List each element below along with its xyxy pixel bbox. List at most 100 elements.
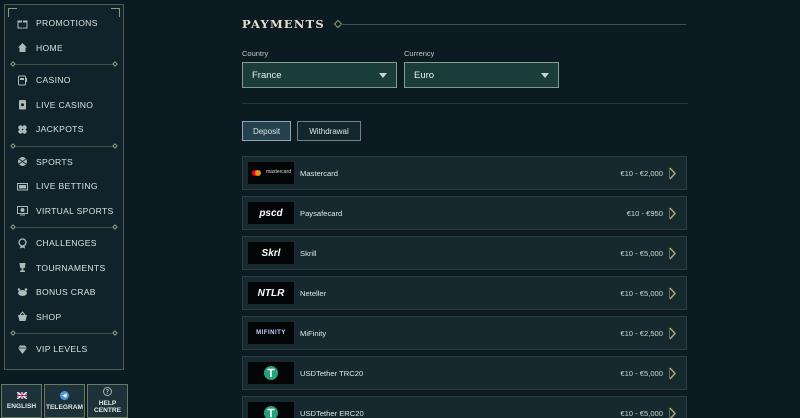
sidebar-item-label: HOME (36, 42, 63, 53)
chevron-right-icon (669, 167, 676, 180)
payment-method-name: Paysafecard (300, 208, 343, 218)
sidebar-item-tournaments[interactable]: TOURNAMENTS (5, 256, 123, 281)
sidebar-item-bonus-crab[interactable]: BONUS CRAB (5, 280, 123, 305)
sidebar-item-label: SHOP (36, 311, 62, 322)
tab-withdrawal[interactable]: Withdrawal (297, 121, 361, 141)
help-centre-button[interactable]: ? HELP CENTRE (87, 384, 128, 418)
sidebar-item-label: VIRTUAL SPORTS (36, 205, 114, 216)
payment-method-name: MiFinity (300, 328, 327, 338)
payment-method-row[interactable]: Skrl Skrill €10 - €5,000 (242, 236, 687, 270)
chevron-down-icon (379, 73, 387, 78)
chevron-right-icon (669, 367, 676, 380)
payment-logo: MIFINITY (248, 322, 294, 344)
currency-value: Euro (414, 69, 435, 81)
sidebar-divider (9, 142, 119, 150)
sidebar-item-label: TOURNAMENTS (36, 262, 106, 273)
language-button[interactable]: ENGLISH (1, 384, 42, 418)
sidebar-item-label: BONUS CRAB (36, 287, 96, 298)
tab-deposit[interactable]: Deposit (242, 121, 291, 141)
payment-method-name: Neteller (300, 288, 327, 298)
payment-method-row[interactable]: USDTether ERC20 €10 - €5,000 (242, 396, 687, 418)
payment-limit-range: €10 - €5,000 (620, 248, 663, 258)
sidebar-item-sports[interactable]: SPORTS (5, 150, 123, 175)
country-label: Country (242, 49, 269, 58)
payment-method-row[interactable]: NTLR Neteller €10 - €5,000 (242, 276, 687, 310)
sidebar-group-rewards: CHALLENGES TOURNAMENTS BONUS CRAB SHOP (5, 231, 123, 329)
telegram-icon (60, 391, 69, 402)
medal-icon (17, 238, 28, 249)
payment-limit-range: €10 - €950 (626, 208, 663, 218)
sidebar-item-label: PROMOTIONS (36, 18, 98, 29)
sidebar-item-home[interactable]: HOME (5, 36, 123, 61)
sidebar-item-jackpots[interactable]: JACKPOTS (5, 117, 123, 142)
sidebar-item-vip-levels[interactable]: VIP LEVELS (5, 337, 123, 362)
tether-logo-icon (264, 406, 278, 418)
svg-text:?: ? (106, 389, 110, 396)
live-icon (17, 181, 28, 192)
sidebar-item-label: CASINO (36, 75, 71, 86)
payment-logo: Skrl (248, 242, 294, 264)
logo-text: NTLR (257, 287, 285, 299)
help-centre-label: HELP CENTRE (93, 399, 122, 415)
logo-text: Skrl (261, 247, 281, 259)
payments-main: PAYMENTS Country France Currency Euro De… (242, 0, 688, 418)
chevron-right-icon (669, 247, 676, 260)
chevron-right-icon (669, 327, 676, 340)
country-select[interactable]: France (242, 62, 397, 88)
sidebar-item-live-casino[interactable]: LIVE CASINO (5, 93, 123, 118)
sidebar-item-promotions[interactable]: PROMOTIONS (5, 11, 123, 36)
payment-method-name: USDTether ERC20 (300, 408, 364, 418)
sidebar-item-label: LIVE BETTING (36, 181, 98, 192)
sidebar-item-shop[interactable]: SHOP (5, 305, 123, 330)
payment-limit-range: €10 - €5,000 (620, 288, 663, 298)
chevron-right-icon (669, 287, 676, 300)
sidebar-group-sports: SPORTS LIVE BETTING VIRTUAL SPORTS (5, 150, 123, 224)
payment-logo (248, 362, 294, 384)
payment-method-row[interactable]: pscd Paysafecard €10 - €950 (242, 196, 687, 230)
basket-icon (17, 311, 28, 322)
payment-logo: mastercard (248, 162, 294, 184)
ball-icon (17, 156, 28, 167)
tether-logo-icon (264, 366, 278, 380)
chevron-right-icon (669, 207, 676, 220)
sidebar: PROMOTIONS HOME CASINO LIVE CASINO JACKP… (4, 4, 124, 370)
trophy-icon (17, 262, 28, 273)
crab-icon (17, 287, 28, 298)
sidebar-group-vip: VIP LEVELS (5, 337, 123, 362)
title-divider (340, 24, 686, 25)
payment-limit-range: €10 - €2,500 (620, 328, 663, 338)
payment-limit-range: €10 - €5,000 (620, 408, 663, 418)
payment-method-row[interactable]: mastercard Mastercard €10 - €2,000 (242, 156, 687, 190)
sidebar-item-label: VIP LEVELS (36, 344, 88, 355)
payment-method-name: USDTether TRC20 (300, 368, 364, 378)
payment-method-name: Skrill (300, 248, 317, 258)
chevron-down-icon (541, 73, 549, 78)
monitor-icon (17, 205, 28, 216)
sidebar-divider (9, 329, 119, 337)
home-icon (17, 42, 28, 53)
payment-method-row[interactable]: USDTether TRC20 €10 - €5,000 (242, 356, 687, 390)
logo-text: pscd (259, 207, 283, 219)
section-divider (242, 103, 688, 104)
telegram-label: TELEGRAM (46, 403, 83, 411)
currency-select[interactable]: Euro (404, 62, 559, 88)
language-label: ENGLISH (6, 402, 37, 410)
logo-text: mastercard (266, 169, 292, 175)
sidebar-item-live-betting[interactable]: LIVE BETTING (5, 174, 123, 199)
payment-method-row[interactable]: MIFINITY MiFinity €10 - €2,500 (242, 316, 687, 350)
sidebar-item-virtual-sports[interactable]: VIRTUAL SPORTS (5, 199, 123, 224)
sidebar-item-label: JACKPOTS (36, 124, 84, 135)
sidebar-item-label: SPORTS (36, 156, 73, 167)
country-value: France (252, 69, 282, 81)
sidebar-item-casino[interactable]: CASINO (5, 68, 123, 93)
cards-icon (17, 99, 28, 110)
diamond-icon (17, 344, 28, 355)
clover-icon (17, 124, 28, 135)
sidebar-item-challenges[interactable]: CHALLENGES (5, 231, 123, 256)
telegram-button[interactable]: TELEGRAM (44, 384, 85, 418)
gift-icon (17, 18, 28, 29)
payment-logo: NTLR (248, 282, 294, 304)
payment-method-name: Mastercard (300, 168, 338, 178)
payment-logo: pscd (248, 202, 294, 224)
sidebar-group-casino: CASINO LIVE CASINO JACKPOTS (5, 68, 123, 142)
